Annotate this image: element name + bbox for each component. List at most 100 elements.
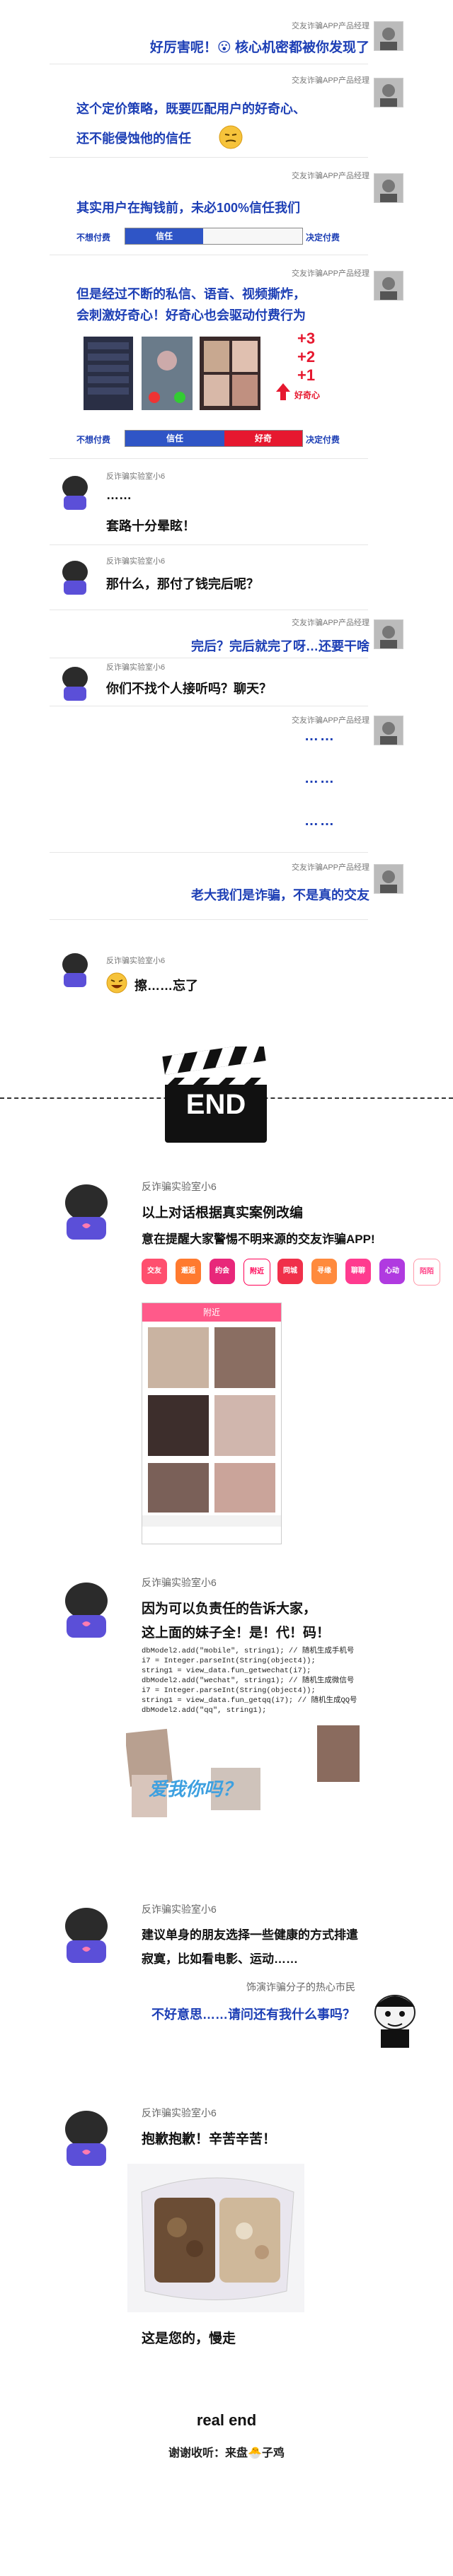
message-text: 这个定价策略，既要匹配用户的好奇心、 — [76, 102, 306, 116]
app-icon: 同城 — [277, 1259, 303, 1284]
curious-fill: 好奇 — [224, 431, 302, 446]
curiosity-label: 好奇心 — [294, 390, 321, 400]
avatar — [55, 555, 95, 595]
pm-avatar — [374, 21, 403, 51]
pm-avatar — [374, 78, 403, 107]
avatar — [55, 1901, 117, 1963]
trust-curiosity-bar: 信任 好奇 — [125, 430, 303, 447]
message-text: 这是您的，慢走 — [142, 2331, 236, 2346]
message-text: 完后？完后就完了呀…还要干啥 — [191, 639, 369, 653]
avatar — [55, 1177, 117, 1240]
app-screenshots — [84, 332, 268, 414]
plus-two: +2 — [297, 348, 316, 366]
sender-name: 交友诈骗APP产品经理 — [291, 863, 369, 872]
code-line: string1 = view_data.fun_getqq(i7); // 随机… — [142, 1696, 357, 1705]
sender-name: 交友诈骗APP产品经理 — [291, 269, 369, 278]
avatar — [55, 470, 95, 510]
sender-name: 交友诈骗APP产品经理 — [291, 619, 369, 627]
app-icon: 聊聊 — [345, 1259, 371, 1284]
divider — [50, 157, 368, 158]
plus-three: +3 — [297, 330, 316, 347]
pm-avatar — [374, 716, 403, 745]
laughing-emoji-icon — [105, 972, 129, 993]
message-text: 擦……忘了 — [134, 979, 198, 993]
app-icon: 陌陌 — [413, 1259, 440, 1286]
sender-name: 反诈骗实验室小6 — [106, 663, 166, 672]
sender-name: 反诈骗实验室小6 — [142, 2107, 217, 2119]
arrow-up-icon — [275, 382, 292, 402]
sender-name: 反诈骗实验室小6 — [142, 1904, 217, 1915]
end-label: END — [185, 1089, 246, 1120]
sender-name: 交友诈骗APP产品经理 — [291, 172, 369, 180]
message-text: 以上对话根据真实案例改编 — [142, 1206, 304, 1220]
sender-name: 交友诈骗APP产品经理 — [291, 76, 369, 85]
message-text: 意在提醒大家警惕不明来源的交友诈骗APP! — [142, 1232, 375, 1246]
code-block: dbModel2.add("mobile", string1); // 随机生成… — [142, 1646, 375, 1715]
message-text: 寂寞，比如看电影、运动…… — [142, 1952, 298, 1966]
plus-one: +1 — [297, 366, 316, 384]
divider — [50, 458, 368, 459]
message-text: 那什么，那付了钱完后呢？ — [106, 577, 259, 591]
sender-name: 饰演诈骗分子的热心市民 — [246, 1981, 355, 1993]
code-line: i7 = Integer.parseInt(String(object4)); — [142, 1686, 316, 1695]
trust-bar: 信任 — [125, 228, 303, 245]
ellipsis: …… — [304, 771, 336, 786]
message-text: 老大我们是诈骗，不是真的交友 — [191, 888, 369, 902]
footer-credit: 谢谢收听：来盘🐣子鸡 — [168, 2447, 285, 2459]
footer-title: real end — [196, 2411, 257, 2429]
app-icon: 心动 — [379, 1259, 405, 1284]
message-text: 还不能侵蚀他的信任 — [76, 132, 191, 146]
message-text: …… — [106, 488, 132, 502]
divider — [50, 544, 368, 545]
message-text: 这上面的妹子全！是！代！码！ — [142, 1626, 331, 1640]
message-text: 因为可以负责任的告诉大家， — [142, 1602, 317, 1616]
sender-name: 反诈骗实验室小6 — [142, 1181, 217, 1192]
takeout-box-photo — [127, 2164, 304, 2312]
message-text: 会刺激好奇心！好奇心也会驱动付费行为 — [76, 308, 306, 322]
message-text: 建议单身的朋友选择一些健康的方式排遣 — [142, 1928, 358, 1942]
divider — [50, 919, 368, 920]
sender-name: 交友诈骗APP产品经理 — [291, 22, 369, 30]
avatar — [55, 948, 95, 987]
pm-avatar — [374, 864, 403, 894]
message-text: 好厉害呢！😮 核心机密都被你发现了 — [149, 40, 369, 55]
app-icon: 交友 — [142, 1259, 167, 1284]
code-line: string1 = view_data.fun_getwechat(i7); — [142, 1667, 311, 1675]
pm-avatar — [374, 173, 403, 203]
pm-avatar — [374, 619, 403, 649]
message-text: 抱歉抱歉！辛苦辛苦！ — [142, 2132, 277, 2147]
ellipsis: …… — [304, 728, 336, 744]
app-icon: 寻缘 — [311, 1259, 337, 1284]
code-line: i7 = Integer.parseInt(String(object4)); — [142, 1657, 316, 1665]
phone-title: 附近 — [142, 1303, 281, 1322]
app-icon: 附近 — [243, 1259, 270, 1286]
avatar — [55, 1575, 117, 1638]
trust-fill: 信任 — [125, 228, 203, 244]
stamp-text: 爱我你吗？ — [149, 1778, 241, 1800]
avatar — [55, 2104, 117, 2166]
message-text: 套路十分晕眩！ — [106, 519, 195, 533]
curiosity-points: +3 +2 +1 — [297, 330, 315, 385]
bar-right-label: 决定付费 — [306, 233, 340, 243]
bar-right-label: 决定付费 — [306, 435, 340, 445]
bar-left-label: 不想付费 — [76, 435, 111, 445]
sender-name: 反诈骗实验室小6 — [106, 472, 166, 481]
divider — [50, 852, 368, 853]
meme-avatar — [362, 1986, 428, 2051]
phone-screenshot: 附近 — [142, 1302, 282, 1544]
trust-fill: 信任 — [125, 431, 224, 446]
bar-left-label: 不想付费 — [76, 233, 111, 243]
code-line: dbModel2.add("wechat", string1); // 随机生成… — [142, 1677, 355, 1685]
message-text: 但是经过不断的私信、语音、视频撕炸， — [76, 287, 306, 301]
app-icon: 约会 — [210, 1259, 235, 1284]
sender-name: 交友诈骗APP产品经理 — [291, 716, 369, 725]
pm-avatar — [374, 271, 403, 301]
smirk-emoji-icon — [218, 124, 243, 150]
ellipsis: …… — [304, 813, 336, 829]
profile-grid — [142, 1327, 281, 1527]
message-text: 其实用户在掏钱前，未必100%信任我们 — [76, 201, 301, 215]
app-icon: 邂逅 — [176, 1259, 201, 1284]
app-icon-row: 交友 邂逅 约会 附近 同城 寻缘 聊聊 心动 陌陌 — [142, 1259, 446, 1287]
message-text: 不好意思……请问还有我什么事吗？ — [151, 2007, 355, 2022]
code-line: dbModel2.add("qq", string1); — [142, 1706, 267, 1715]
